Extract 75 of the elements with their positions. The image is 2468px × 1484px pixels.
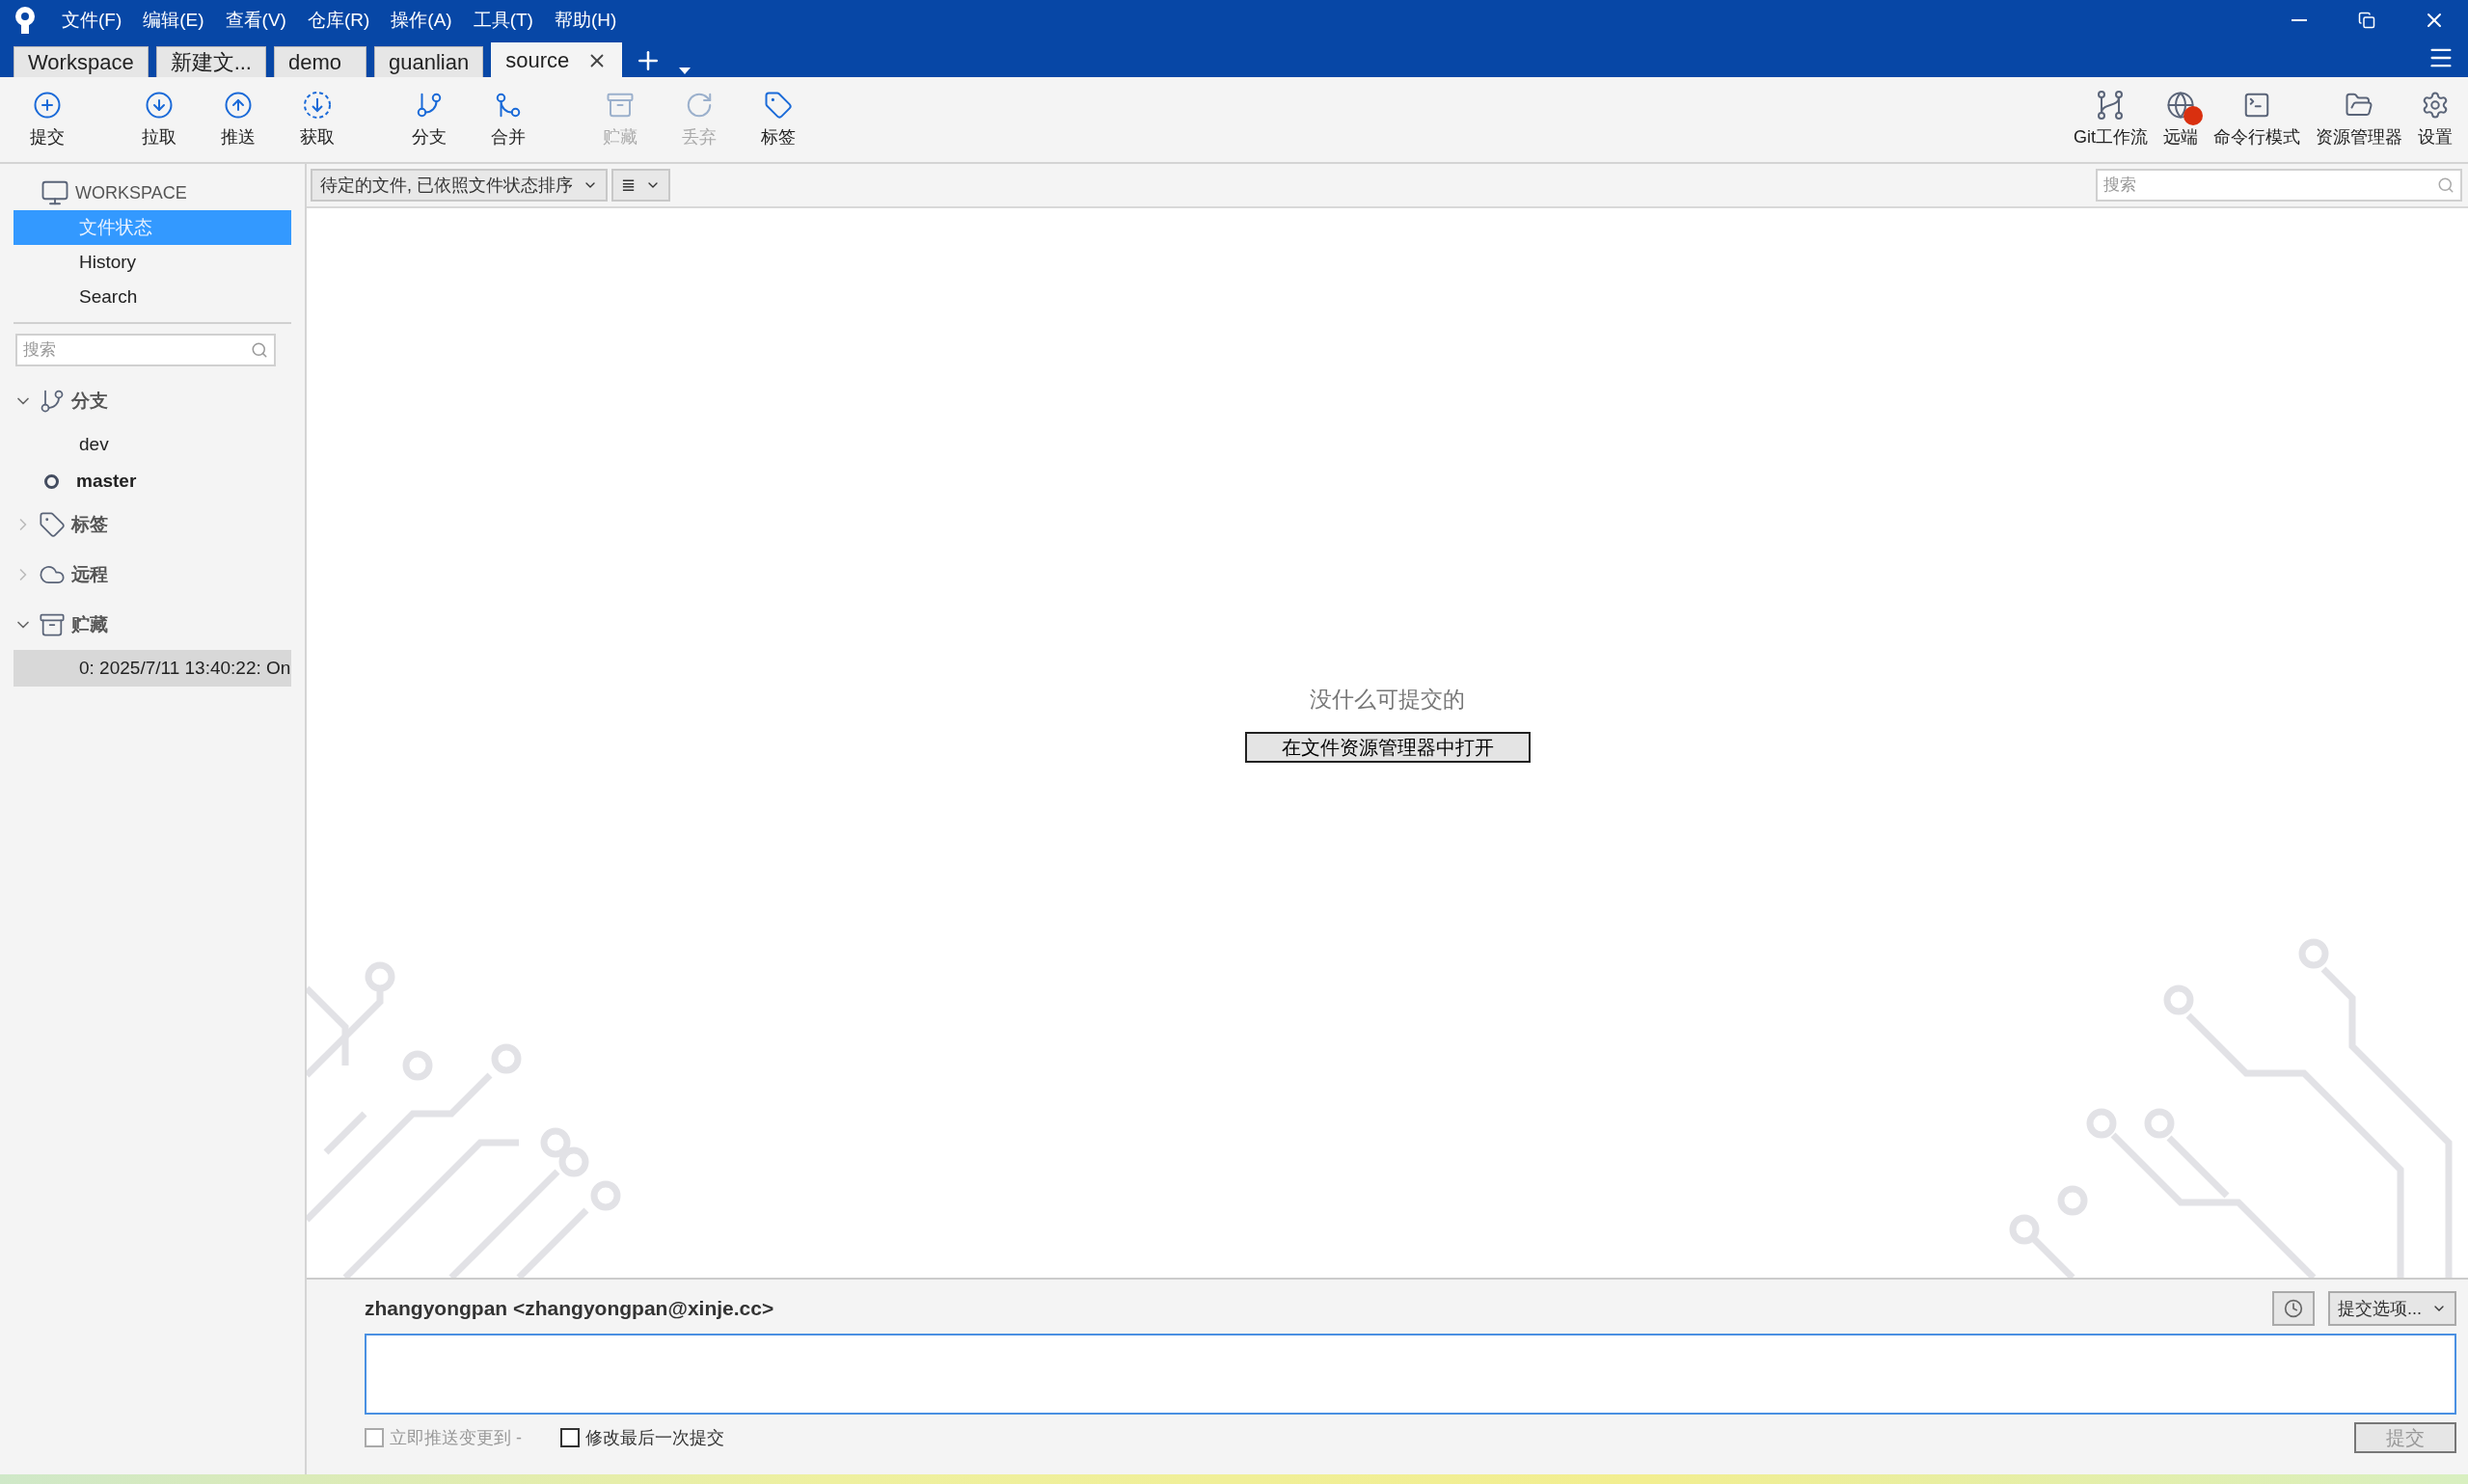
tree-item[interactable]: master (14, 463, 291, 499)
archive-icon (606, 91, 635, 120)
tab-list-caret-icon[interactable] (678, 66, 692, 75)
repository-tab[interactable]: demo (274, 46, 366, 77)
globe-icon (2166, 91, 2195, 120)
clock-icon (2284, 1299, 2303, 1318)
tree-section[interactable]: 分支 (0, 376, 305, 426)
upload-icon (224, 91, 253, 120)
restore-icon (2358, 12, 2375, 29)
tree-item[interactable]: 0: 2025/7/11 13:40:22: On (14, 650, 291, 687)
section-label: 远程 (71, 563, 108, 586)
current-branch-icon (44, 473, 59, 489)
checkbox-option[interactable]: 修改最后一次提交 (560, 1426, 724, 1449)
toolbar-button[interactable]: 提交 (8, 81, 87, 158)
empty-message: 没什么可提交的 (1310, 686, 1465, 714)
monitor-icon (41, 178, 69, 207)
toolbar-button[interactable]: 推送 (199, 81, 278, 158)
dashed-download-icon (303, 91, 332, 120)
menu-item[interactable]: 帮助(H) (554, 8, 617, 33)
download-icon (145, 91, 174, 120)
open-in-explorer-button[interactable]: 在文件资源管理器中打开 (1244, 732, 1531, 763)
menu-item[interactable]: 仓库(R) (307, 8, 370, 33)
branch-icon (415, 91, 444, 120)
tree-section[interactable]: 远程 (0, 550, 305, 600)
toolbar-button[interactable]: 远端 (2156, 81, 2206, 158)
commit-options-dropdown[interactable]: 提交选项... (2328, 1291, 2456, 1326)
minimize-icon (2292, 19, 2307, 21)
repository-tab[interactable]: guanlian (374, 46, 484, 77)
toolbar-button[interactable]: 分支 (390, 81, 469, 158)
toolbar-button[interactable]: 标签 (739, 81, 818, 158)
toolbar-button[interactable]: 合并 (469, 81, 548, 158)
menu-item[interactable]: 工具(T) (473, 8, 533, 33)
settings-icon (2421, 91, 2450, 120)
archive-icon (39, 611, 66, 638)
view-mode-dropdown[interactable]: ≣ (611, 169, 671, 202)
repository-tab[interactable]: source (491, 42, 623, 77)
repository-tab[interactable]: Workspace (14, 46, 149, 77)
file-search-field[interactable]: 搜索 (2096, 169, 2462, 202)
add-circle-icon (33, 91, 62, 120)
section-label: 标签 (71, 513, 108, 536)
sidebar-nav-item[interactable]: Search (14, 280, 291, 314)
tag-icon (764, 91, 793, 120)
repository-tab[interactable]: 新建文... (155, 46, 266, 77)
section-label: 贮藏 (71, 613, 108, 636)
commit-author: zhangyongpan <zhangyongpan@xinje.cc> (365, 1297, 774, 1320)
merge-icon (494, 91, 523, 120)
terminal-icon (2242, 91, 2271, 120)
sidebar-search-field[interactable]: 搜索 (15, 334, 276, 366)
git-flow-icon (2096, 91, 2126, 120)
tree-section[interactable]: 标签 (0, 499, 305, 550)
menu-item[interactable]: 查看(V) (225, 8, 286, 33)
file-filter-dropdown[interactable]: 待定的文件, 已依照文件状态排序 (311, 169, 608, 202)
history-button[interactable] (2272, 1291, 2315, 1326)
toolbar-button[interactable]: 资源管理器 (2308, 81, 2410, 158)
workspace-heading: WORKSPACE (75, 182, 187, 203)
section-label: 分支 (71, 390, 108, 413)
toolbar-button[interactable]: Git工作流 (2066, 81, 2156, 158)
tag-icon (39, 511, 66, 538)
menu-item[interactable]: 编辑(E) (143, 8, 204, 33)
toolbar-button[interactable]: 命令行模式 (2206, 81, 2308, 158)
toolbar-button[interactable]: 设置 (2410, 81, 2460, 158)
menu-item[interactable]: 文件(F) (62, 8, 122, 33)
refresh-icon (685, 91, 714, 120)
warning-badge-icon (2183, 106, 2203, 125)
search-icon (251, 341, 268, 359)
branch-icon (39, 388, 66, 415)
search-icon (2437, 176, 2454, 194)
sidebar-nav-item[interactable]: History (14, 245, 291, 280)
tree-item[interactable]: dev (14, 426, 291, 463)
toolbar-button[interactable]: 拉取 (120, 81, 199, 158)
checkbox[interactable] (560, 1428, 580, 1447)
toolbar-button[interactable]: 获取 (278, 81, 357, 158)
tree-section[interactable]: 贮藏 (0, 600, 305, 650)
commit-message-field[interactable] (365, 1334, 2456, 1415)
menu-item[interactable]: 操作(A) (391, 8, 452, 33)
